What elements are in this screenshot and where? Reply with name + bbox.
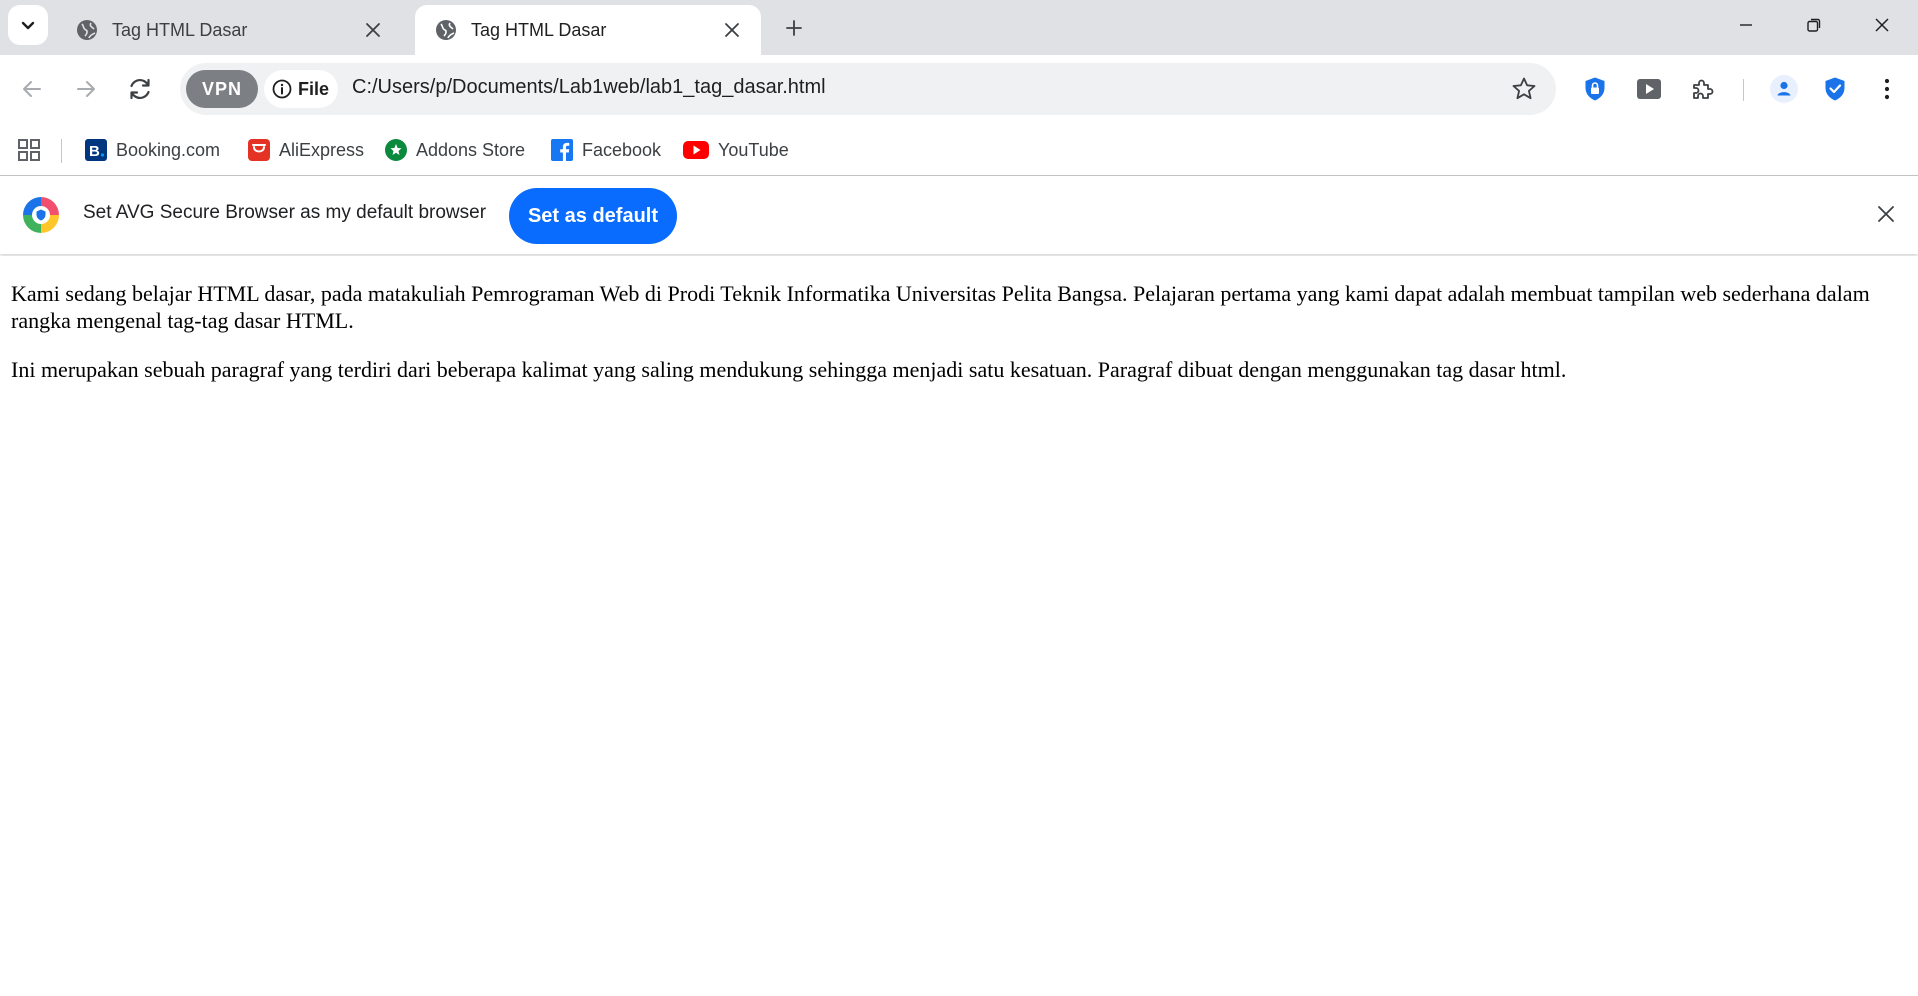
web-page-content: Kami sedang belajar HTML dasar, pada mat… (0, 256, 1918, 996)
default-browser-infobar: Set AVG Secure Browser as my default bro… (0, 176, 1918, 254)
bookmarks-separator (61, 139, 62, 163)
browser-toolbar: VPN File C:/Users/p/Documents/Lab1web/la… (0, 55, 1918, 125)
bookmark-label: Addons Store (416, 139, 526, 160)
site-chip-label: File (298, 78, 330, 99)
set-as-default-label: Set as default (527, 204, 659, 227)
bookmark-label: Booking.com (116, 139, 221, 160)
close-icon (1875, 18, 1889, 32)
bookmark-label: Facebook (582, 139, 662, 160)
bookmarks-bar: B Booking.com AliExpress Addons Store Fa… (0, 125, 1918, 176)
arrow-right-icon (77, 81, 95, 97)
star-icon (1512, 77, 1536, 100)
bookmark-aliexpress[interactable]: AliExpress (248, 133, 364, 167)
toolbar-separator (1743, 79, 1744, 101)
avatar-icon (1770, 75, 1798, 103)
new-tab-button[interactable] (776, 10, 812, 46)
bookmark-youtube[interactable]: YouTube (683, 133, 789, 167)
avg-security-button[interactable] (1816, 70, 1854, 108)
avg-browser-logo-icon (23, 197, 59, 233)
tab-strip: Tag HTML Dasar Tag HTML Dasar (0, 0, 1918, 55)
close-icon (725, 23, 739, 37)
vpn-label: VPN (201, 78, 242, 99)
paragraph: Kami sedang belajar HTML dasar, pada mat… (11, 281, 1870, 333)
bookmark-star-button[interactable] (1508, 73, 1540, 105)
close-icon (1878, 206, 1894, 222)
aliexpress-icon (248, 139, 270, 161)
addons-store-icon (385, 139, 407, 161)
vpn-button[interactable]: VPN (186, 70, 258, 108)
bookmark-label: AliExpress (279, 139, 365, 160)
bookmark-addons-store[interactable]: Addons Store (385, 133, 525, 167)
restore-icon (1807, 18, 1821, 32)
shield-lock-icon (1585, 77, 1605, 101)
close-icon (366, 23, 380, 37)
close-tab-button[interactable] (358, 15, 388, 45)
play-box-icon (1637, 79, 1661, 99)
tab-inactive[interactable]: Tag HTML Dasar (56, 5, 402, 55)
back-button[interactable] (12, 69, 52, 109)
apps-grid-icon (18, 139, 40, 161)
arrow-left-icon (23, 81, 41, 97)
minimize-window-button[interactable] (1712, 0, 1780, 50)
svg-text:B: B (89, 143, 100, 160)
profile-button[interactable] (1765, 70, 1803, 108)
site-info-button[interactable]: File (264, 70, 338, 108)
close-window-button[interactable] (1848, 0, 1916, 50)
booking-icon: B (85, 139, 107, 161)
chevron-down-icon (21, 21, 35, 30)
minimize-icon (1740, 24, 1752, 26)
globe-icon (436, 20, 456, 40)
infobar-message: Set AVG Secure Browser as my default bro… (83, 202, 487, 223)
infobar-close-button[interactable] (1870, 198, 1902, 230)
more-vertical-icon (1884, 78, 1890, 100)
bookmark-label: YouTube (718, 139, 789, 160)
tab-title: Tag HTML Dasar (112, 19, 248, 40)
bookmark-facebook[interactable]: Facebook (551, 133, 661, 167)
info-icon (272, 79, 292, 99)
apps-button[interactable] (16, 137, 42, 163)
restore-window-button[interactable] (1780, 0, 1848, 50)
globe-icon (77, 20, 97, 40)
privacy-guard-extension-button[interactable] (1576, 70, 1614, 108)
paragraph: Ini merupakan sebuah paragraf yang terdi… (11, 357, 1567, 382)
shield-check-icon (1825, 77, 1845, 101)
reload-button[interactable] (120, 69, 160, 109)
close-tab-button[interactable] (717, 15, 747, 45)
media-controls-button[interactable] (1630, 70, 1668, 108)
forward-button[interactable] (66, 69, 106, 109)
youtube-icon (683, 139, 709, 161)
puzzle-icon (1693, 79, 1714, 99)
plus-icon (786, 20, 802, 36)
extensions-button[interactable] (1684, 70, 1722, 108)
url-text[interactable]: C:/Users/p/Documents/Lab1web/lab1_tag_da… (352, 76, 826, 99)
tab-title: Tag HTML Dasar (471, 19, 607, 40)
tab-search-button[interactable] (8, 5, 48, 45)
browser-menu-button[interactable] (1868, 70, 1906, 108)
tab-active[interactable]: Tag HTML Dasar (415, 5, 761, 55)
bookmark-booking[interactable]: B Booking.com (85, 133, 220, 167)
reload-icon (130, 78, 150, 100)
facebook-icon (551, 139, 573, 161)
set-as-default-button[interactable]: Set as default (509, 188, 677, 244)
address-bar[interactable]: VPN File C:/Users/p/Documents/Lab1web/la… (180, 63, 1556, 115)
